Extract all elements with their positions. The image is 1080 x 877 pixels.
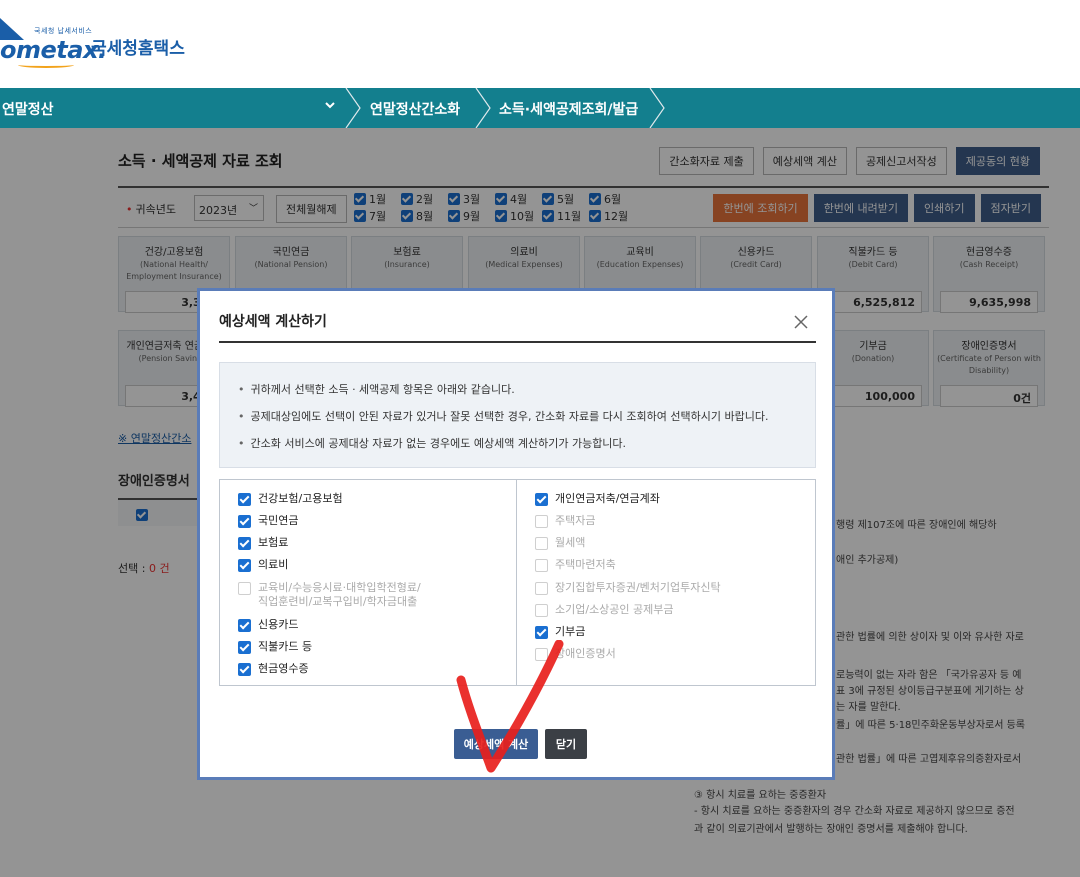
item-monthly-rent[interactable]: 월세액 [535,536,585,550]
checkbox-unchecked[interactable] [535,515,548,528]
breadcrumb-separator-icon [649,88,665,128]
calculate-estimate-button[interactable]: 예상세액 계산 [454,729,538,759]
logo-tagline: 국세청 납세서비스 [34,27,93,35]
checkbox-checked[interactable] [238,559,251,572]
checkbox-checked[interactable] [238,515,251,528]
deduction-column-right: 개인연금저축/연금계좌 주택자금 월세액 주택마련저축 장기집합투자증권/벤처기… [517,480,815,685]
checkbox-checked[interactable] [238,663,251,676]
checkbox-unchecked[interactable] [535,559,548,572]
nav-item-year-end[interactable]: 연말정산 [2,99,54,119]
deduction-item-list: 건강보험/고용보험 국민연금 보험료 의료비 교육비/수능응시료·대학입학전형료… [219,479,816,686]
deduction-column-left: 건강보험/고용보험 국민연금 보험료 의료비 교육비/수능응시료·대학입학전형료… [220,480,517,685]
info-bullet: 공제대상임에도 선택이 안된 자료가 있거나 잘못 선택한 경우, 간소화 자료… [238,408,769,424]
breadcrumb-nav: 연말정산 연말정산간소화 소득·세액공제조회/발급 [0,88,1080,128]
item-pension-savings[interactable]: 개인연금저축/연금계좌 [535,492,660,506]
item-national-pension[interactable]: 국민연금 [238,514,298,528]
logo-swoosh-icon [18,62,74,68]
item-credit-card[interactable]: 신용카드 [238,618,298,632]
breadcrumb-separator-icon [345,88,361,128]
estimate-tax-modal: 예상세액 계산하기 귀하께서 선택한 소득 · 세액공제 항목은 아래와 같습니… [197,288,835,780]
checkbox-unchecked[interactable] [535,582,548,595]
nav-item-simplified[interactable]: 연말정산간소화 [370,99,460,119]
logo-korean-name: 국세청홈택스 [91,39,185,59]
item-debit-card[interactable]: 직불카드 등 [238,640,312,654]
item-cash-receipt[interactable]: 현금영수증 [238,662,309,676]
modal-info-box: 귀하께서 선택한 소득 · 세액공제 항목은 아래와 같습니다. 공제대상임에도… [219,362,816,468]
site-header: 국세청 납세서비스 ometax. 국세청홈택스 [0,0,1080,88]
item-small-business-fund[interactable]: 소기업/소상공인 공제부금 [535,603,674,617]
modal-title: 예상세액 계산하기 [219,314,327,330]
item-insurance[interactable]: 보험료 [238,536,288,550]
checkbox-checked[interactable] [238,493,251,506]
checkbox-unchecked[interactable] [535,537,548,550]
item-donation[interactable]: 기부금 [535,625,585,639]
modal-title-divider [219,341,816,343]
checkbox-unchecked[interactable] [535,604,548,617]
item-housing-savings[interactable]: 주택마련저축 [535,558,616,572]
nav-item-deduction-inquiry[interactable]: 소득·세액공제조회/발급 [499,99,638,119]
item-medical[interactable]: 의료비 [238,558,288,572]
checkbox-checked[interactable] [535,493,548,506]
info-bullet: 귀하께서 선택한 소득 · 세액공제 항목은 아래와 같습니다. [238,381,515,397]
checkbox-checked[interactable] [238,619,251,632]
item-education[interactable]: 교육비/수능응시료·대학입학전형료/직업훈련비/교복구입비/학자금대출 [238,581,421,609]
checkbox-checked[interactable] [238,641,251,654]
checkbox-checked[interactable] [535,626,548,639]
breadcrumb-separator-icon [475,88,491,128]
item-disability-cert[interactable]: 장애인증명서 [535,647,616,661]
item-health-insurance[interactable]: 건강보험/고용보험 [238,492,343,506]
close-button[interactable]: 닫기 [545,729,587,759]
info-bullet: 간소화 서비스에 공제대상 자료가 없는 경우에도 예상세액 계산하기가 가능합… [238,435,627,451]
checkbox-unchecked[interactable] [535,648,548,661]
checkbox-checked[interactable] [238,537,251,550]
item-housing-fund[interactable]: 주택자금 [535,514,595,528]
chevron-down-icon[interactable] [325,100,335,110]
item-long-term-investment[interactable]: 장기집합투자증권/벤처기업투자신탁 [535,581,721,595]
checkbox-unchecked[interactable] [238,582,251,595]
close-icon[interactable] [793,314,809,330]
